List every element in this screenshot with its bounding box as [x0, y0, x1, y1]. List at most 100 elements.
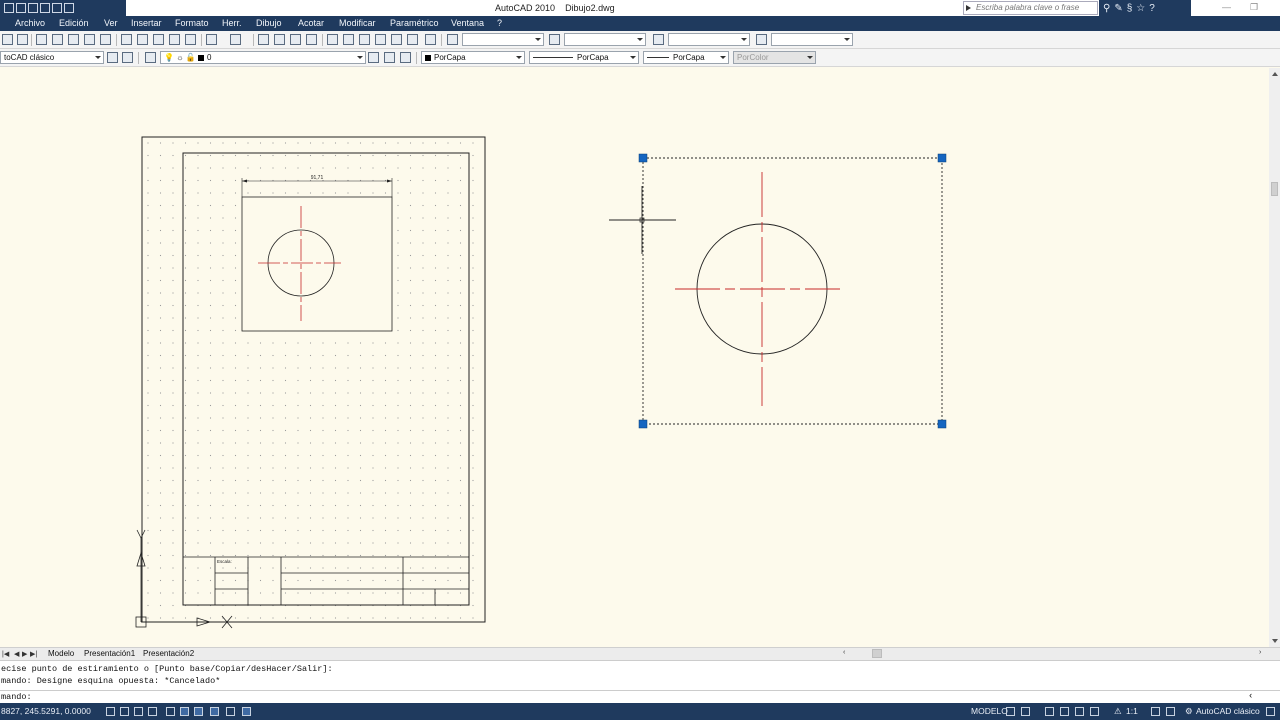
help-icon[interactable]: ? [1149, 3, 1155, 14]
new-file-icon[interactable] [4, 3, 14, 13]
workspace-switch-icon[interactable]: ⚙ [1185, 706, 1193, 717]
match-properties-icon[interactable] [169, 34, 180, 45]
tool-palettes-icon[interactable] [359, 34, 370, 45]
first-tab-icon[interactable]: |◀ [2, 650, 9, 658]
layer-manager-icon[interactable] [145, 52, 156, 63]
text-style-dropdown[interactable] [462, 33, 544, 46]
undo-icon[interactable] [40, 3, 50, 13]
annotation-scale[interactable]: 1:1 [1126, 706, 1138, 716]
tab-modelo[interactable]: Modelo [48, 649, 74, 658]
dim-style-dropdown[interactable] [564, 33, 646, 46]
help-icon[interactable] [425, 34, 436, 45]
menu-dibujo[interactable]: Dibujo [256, 18, 282, 28]
scroll-up-icon[interactable] [1272, 72, 1278, 76]
block-editor-icon[interactable] [185, 34, 196, 45]
command-scroll-icon[interactable]: ‹ [1248, 691, 1253, 701]
color-dropdown[interactable]: PorCapa [421, 51, 525, 64]
make-object-layer-current-icon[interactable] [368, 52, 379, 63]
layer-state-icon[interactable] [400, 52, 411, 63]
cut-icon[interactable] [121, 34, 132, 45]
model-space-toggle[interactable]: MODELO [971, 706, 1008, 716]
pan-icon[interactable] [258, 34, 269, 45]
menu-insertar[interactable]: Insertar [131, 18, 162, 28]
tools-icon[interactable]: ✎ [1114, 3, 1122, 14]
plot-icon[interactable] [36, 34, 47, 45]
coordinate-readout[interactable]: 8827, 245.5291, 0.0000 [1, 706, 91, 716]
search-input[interactable]: Escriba palabra clave o frase [963, 1, 1098, 15]
dynamic-input-icon[interactable] [242, 707, 251, 716]
grip-bottom-right[interactable] [937, 419, 947, 429]
redo-icon[interactable] [52, 3, 62, 13]
design-center-icon[interactable] [343, 34, 354, 45]
menu-parametrico[interactable]: Paramétrico [390, 18, 439, 28]
multileader-style-dropdown[interactable] [771, 33, 853, 46]
workspace-settings-icon[interactable] [107, 52, 118, 63]
minimize-icon[interactable]: — [1222, 2, 1231, 12]
menu-herr[interactable]: Herr. [222, 18, 242, 28]
steering-wheel-icon[interactable] [1075, 707, 1084, 716]
expand-arrow-icon[interactable] [966, 5, 971, 11]
menu-help[interactable]: ? [497, 18, 502, 28]
menu-edicion[interactable]: Edición [59, 18, 89, 28]
save-icon[interactable] [28, 3, 38, 13]
zoom-icon[interactable] [1060, 707, 1069, 716]
clean-screen-icon[interactable] [1266, 707, 1275, 716]
pan-icon[interactable] [1045, 707, 1054, 716]
menu-archivo[interactable]: Archivo [15, 18, 45, 28]
plot-icon[interactable] [64, 3, 74, 13]
next-tab-icon[interactable]: ▶ [22, 650, 27, 658]
save-icon[interactable] [17, 34, 28, 45]
markup-icon[interactable] [391, 34, 402, 45]
open-icon[interactable] [2, 34, 13, 45]
scroll-left-icon[interactable]: ‹ [843, 649, 845, 656]
binoculars-icon[interactable]: ⚲ [1103, 3, 1110, 14]
grid-display-icon[interactable] [134, 707, 143, 716]
auto-scale-icon[interactable] [1166, 707, 1175, 716]
table-style-icon[interactable] [653, 34, 664, 45]
scroll-right-icon[interactable]: › [1259, 649, 1261, 656]
etransmit-icon[interactable] [100, 34, 111, 45]
scroll-down-icon[interactable] [1272, 639, 1278, 643]
zoom-window-icon[interactable] [290, 34, 301, 45]
zoom-realtime-icon[interactable] [274, 34, 285, 45]
publish-icon[interactable] [68, 34, 79, 45]
tab-presentacion1[interactable]: Presentación1 [84, 649, 135, 658]
ortho-mode-icon[interactable] [148, 707, 157, 716]
linetype-dropdown[interactable]: PorCapa [529, 51, 639, 64]
3d-object-snap-icon[interactable] [194, 707, 203, 716]
infer-constraints-icon[interactable] [106, 707, 115, 716]
calculator-icon[interactable] [407, 34, 418, 45]
horizontal-scrollbar[interactable]: ‹ › [840, 648, 1269, 659]
workspace-switcher[interactable]: AutoCAD clásico [1196, 706, 1260, 716]
snap-mode-icon[interactable] [120, 707, 129, 716]
menu-formato[interactable]: Formato [175, 18, 209, 28]
sheet-set-icon[interactable] [375, 34, 386, 45]
paste-icon[interactable] [153, 34, 164, 45]
layer-previous-icon[interactable] [384, 52, 395, 63]
undo-icon[interactable] [206, 34, 217, 45]
polar-tracking-icon[interactable] [166, 707, 175, 716]
restore-icon[interactable]: ❐ [1250, 2, 1258, 13]
selection-grips[interactable] [638, 153, 947, 429]
favorites-star-icon[interactable]: ☆ [1136, 3, 1145, 14]
annotation-scale-icon[interactable]: ⚠ [1114, 706, 1122, 717]
selected-rectangle[interactable] [642, 157, 943, 425]
lineweight-dropdown[interactable]: PorCapa [643, 51, 729, 64]
scroll-thumb[interactable] [1271, 182, 1278, 196]
last-tab-icon[interactable]: ▶| [30, 650, 37, 658]
open-file-icon[interactable] [16, 3, 26, 13]
command-input[interactable]: mando: ‹ [0, 690, 1280, 703]
customize-icon[interactable] [122, 52, 133, 63]
menu-acotar[interactable]: Acotar [298, 18, 324, 28]
subscription-icon[interactable]: § [1127, 3, 1133, 14]
plot-preview-icon[interactable] [52, 34, 63, 45]
dim-style-icon[interactable] [549, 34, 560, 45]
3d-dwf-icon[interactable] [84, 34, 95, 45]
properties-icon[interactable] [327, 34, 338, 45]
copy-icon[interactable] [137, 34, 148, 45]
text-style-icon[interactable] [447, 34, 458, 45]
grip-bottom-left[interactable] [638, 419, 648, 429]
menu-modificar[interactable]: Modificar [339, 18, 376, 28]
prev-tab-icon[interactable]: ◀ [14, 650, 19, 658]
drawing-canvas[interactable]: Escala: 91,71 [0, 68, 1269, 647]
